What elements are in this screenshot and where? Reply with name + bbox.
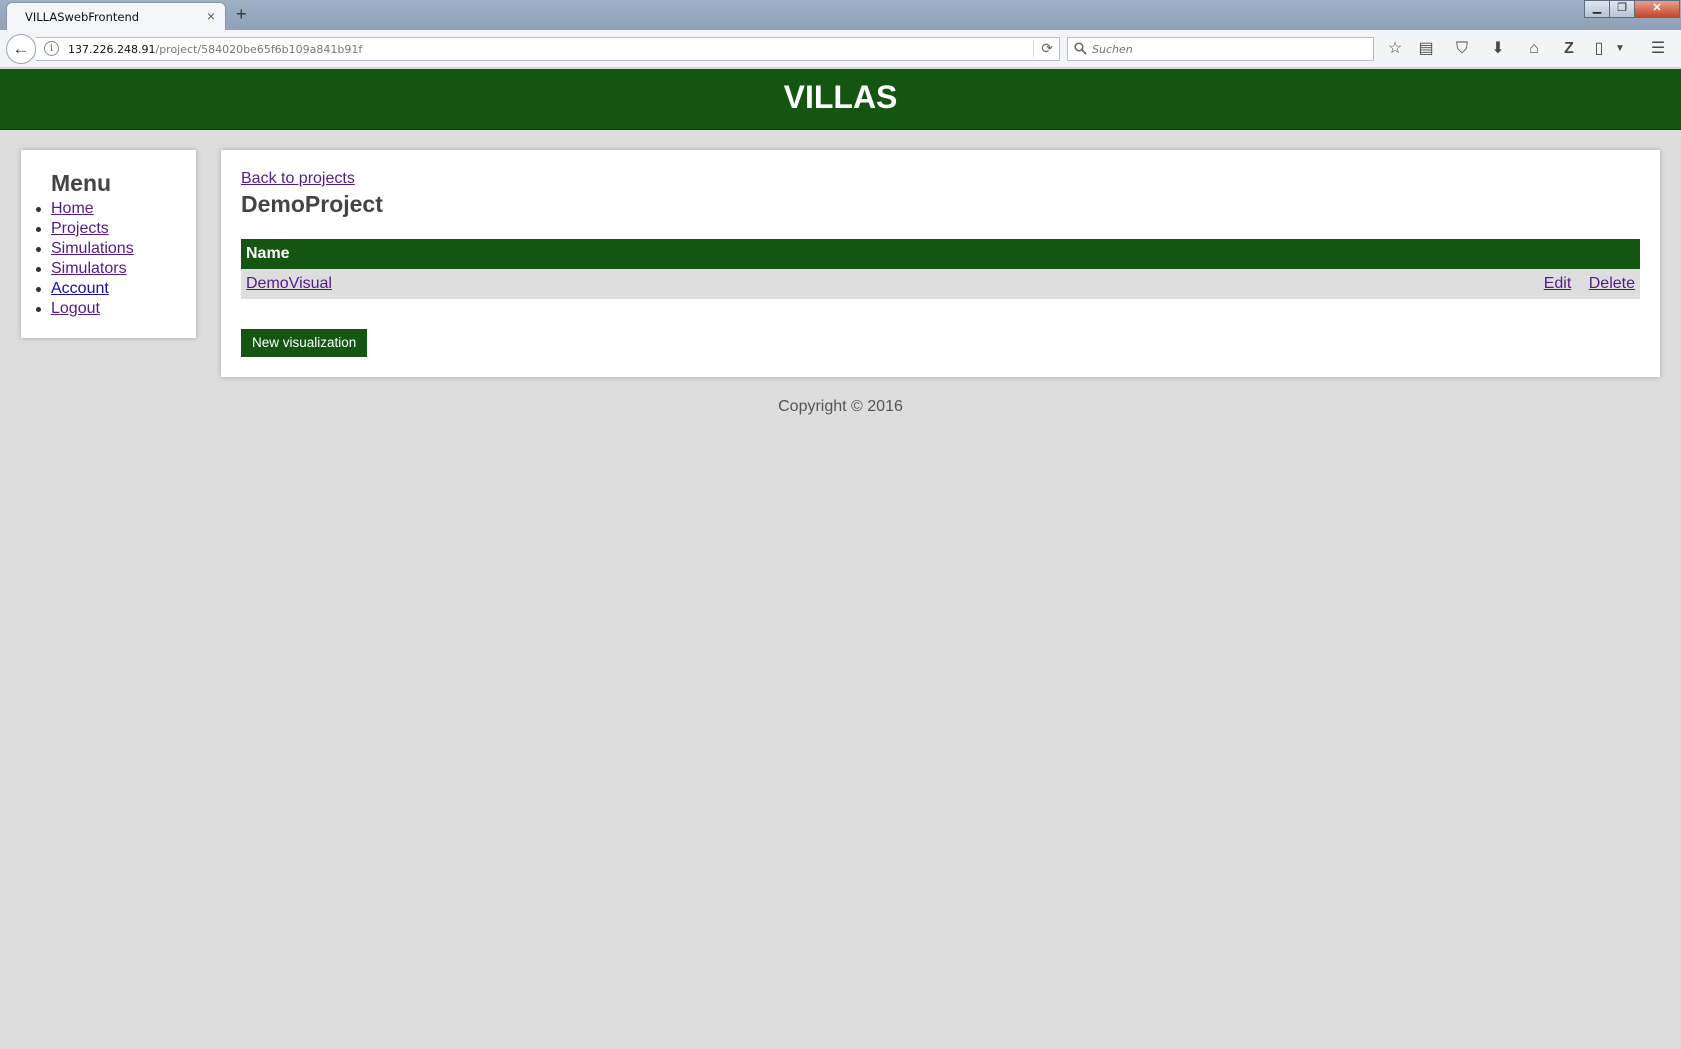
table-header-row: Name bbox=[241, 239, 1640, 269]
menu-item-home: Home bbox=[36, 199, 134, 219]
menu-link-projects[interactable]: Projects bbox=[51, 220, 109, 237]
url-text[interactable]: 137.226.248.91/project/584020be65f6b109a… bbox=[68, 43, 362, 56]
zotero-icon[interactable]: Z bbox=[1558, 38, 1580, 60]
home-icon[interactable]: ⌂ bbox=[1523, 38, 1545, 60]
download-icon[interactable]: ⬇ bbox=[1487, 38, 1509, 60]
reload-icon[interactable]: ⟳ bbox=[1033, 40, 1053, 57]
menu-title: Menu bbox=[51, 170, 112, 196]
site-info-icon[interactable]: i bbox=[44, 41, 59, 56]
url-bar[interactable]: i 137.226.248.91/project/584020be65f6b10… bbox=[36, 37, 1060, 61]
row-actions: Edit Delete bbox=[879, 269, 1640, 299]
tab-close-icon[interactable]: × bbox=[207, 8, 215, 24]
site-header: VILLAS bbox=[0, 69, 1681, 130]
browser-navigation-bar: ← i 137.226.248.91/project/584020be65f6b… bbox=[0, 30, 1681, 68]
menu-item-projects: Projects bbox=[36, 219, 134, 239]
menu-link-simulations[interactable]: Simulations bbox=[51, 240, 134, 257]
url-host: 137.226.248.91 bbox=[68, 43, 156, 56]
tab-title: VILLASwebFrontend bbox=[25, 10, 140, 24]
back-to-projects-link[interactable]: Back to projects bbox=[241, 170, 355, 188]
restore-window-icon[interactable]: ❐ bbox=[1609, 0, 1635, 18]
star-icon[interactable]: ☆ bbox=[1384, 38, 1406, 60]
menu-item-simulations: Simulations bbox=[36, 239, 134, 259]
menu-link-home[interactable]: Home bbox=[51, 200, 94, 217]
site-title: VILLAS bbox=[783, 79, 898, 115]
menu-link-simulators[interactable]: Simulators bbox=[51, 260, 127, 277]
chevron-down-icon[interactable]: ▼ bbox=[1609, 38, 1631, 60]
menu-link-logout[interactable]: Logout bbox=[51, 300, 100, 317]
sidebar-menu: Menu Home Projects Simulations Simulator… bbox=[21, 150, 196, 338]
menu-link-account[interactable]: Account bbox=[51, 280, 109, 297]
pocket-icon[interactable]: ⛉ bbox=[1451, 38, 1473, 60]
column-header-name: Name bbox=[241, 239, 1640, 269]
browser-tab-active[interactable]: VILLASwebFrontend × bbox=[6, 2, 226, 30]
menu-icon[interactable]: ☰ bbox=[1647, 38, 1669, 60]
new-tab-button[interactable]: + bbox=[236, 4, 247, 25]
back-arrow-icon[interactable]: ← bbox=[6, 34, 36, 64]
close-window-icon[interactable]: ✕ bbox=[1634, 0, 1680, 18]
menu-list: Home Projects Simulations Simulators Acc… bbox=[36, 199, 134, 319]
visualizations-table: Name DemoVisual Edit Delete bbox=[241, 239, 1640, 299]
visualization-link[interactable]: DemoVisual bbox=[246, 275, 332, 292]
project-panel: Back to projects DemoProject Name DemoVi… bbox=[221, 150, 1660, 377]
menu-item-account: Account bbox=[36, 279, 134, 299]
browser-search-bar[interactable] bbox=[1067, 37, 1374, 61]
edit-link[interactable]: Edit bbox=[1544, 275, 1572, 292]
table-row: DemoVisual Edit Delete bbox=[241, 269, 1640, 299]
reading-list-icon[interactable]: ▤ bbox=[1415, 38, 1437, 60]
url-path: /project/584020be65f6b109a841b91f bbox=[155, 43, 363, 56]
menu-item-logout: Logout bbox=[36, 299, 134, 319]
browser-tab-strip: VILLASwebFrontend × + ▁ ❐ ✕ bbox=[0, 0, 1681, 30]
search-icon bbox=[1074, 42, 1087, 55]
delete-link[interactable]: Delete bbox=[1589, 275, 1635, 292]
minimize-window-icon[interactable]: ▁ bbox=[1584, 0, 1610, 18]
project-title: DemoProject bbox=[241, 191, 383, 217]
search-input[interactable] bbox=[1092, 41, 1367, 57]
menu-item-simulators: Simulators bbox=[36, 259, 134, 279]
footer-copyright: Copyright © 2016 bbox=[778, 398, 903, 415]
visualization-name-cell: DemoVisual bbox=[241, 269, 880, 299]
new-visualization-button[interactable]: New visualization bbox=[241, 329, 368, 357]
page-icon[interactable]: ▯ bbox=[1588, 38, 1610, 60]
